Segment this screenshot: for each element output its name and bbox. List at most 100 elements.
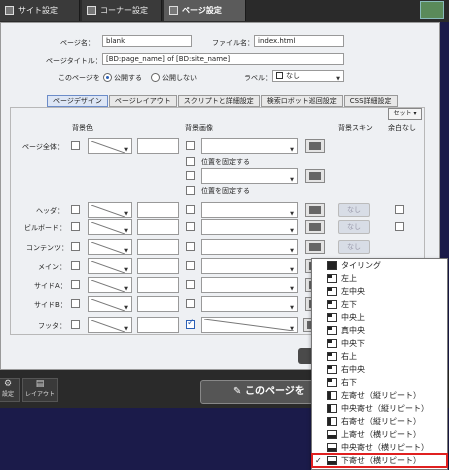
- bgimage-select[interactable]: ▼: [201, 202, 298, 218]
- bgcolor-input[interactable]: [137, 239, 179, 255]
- menu-item[interactable]: 左中央: [312, 285, 447, 298]
- bgcolor-input[interactable]: [137, 296, 179, 312]
- tab-corner-settings[interactable]: コーナー設定: [82, 0, 162, 21]
- bgimage2-checkbox[interactable]: [186, 171, 195, 180]
- menu-item[interactable]: 中央寄せ（横リピート）: [312, 441, 447, 454]
- bgimage-checkbox[interactable]: [186, 261, 195, 270]
- bgcolor-input[interactable]: [137, 138, 179, 154]
- bg-position-button[interactable]: [305, 203, 325, 217]
- bgcolor-input[interactable]: [137, 258, 179, 274]
- subtab-script[interactable]: スクリプトと詳細設定: [177, 95, 260, 107]
- bgskin-button[interactable]: なし: [338, 203, 370, 217]
- settings-tool-button[interactable]: ⚙ 設定: [0, 378, 20, 402]
- bgcolor-input[interactable]: [137, 317, 179, 333]
- bgimage-checkbox[interactable]: [186, 280, 195, 289]
- bgskin-button[interactable]: なし: [338, 240, 370, 254]
- bgimage-select[interactable]: ▼: [201, 277, 298, 293]
- menu-item[interactable]: ✓ 下寄せ（横リピート）: [311, 453, 448, 468]
- bg-position2-button[interactable]: [305, 169, 325, 183]
- bgcolor-picker[interactable]: ▼: [88, 258, 132, 274]
- menu-item[interactable]: タイリング: [312, 259, 447, 272]
- bgcolor-picker[interactable]: ▼: [88, 219, 132, 235]
- bg-position-button[interactable]: [305, 220, 325, 234]
- bg-position-button[interactable]: [305, 240, 325, 254]
- page-title-input[interactable]: [BD:page_name] of [BD:site_name]: [102, 53, 344, 65]
- bgcolor-input[interactable]: [137, 202, 179, 218]
- bg-position-button[interactable]: [305, 139, 325, 153]
- menu-item[interactable]: 中央下: [312, 337, 447, 350]
- subtab-page-design[interactable]: ページデザイン: [47, 95, 108, 107]
- nomargin-checkbox[interactable]: [395, 205, 404, 214]
- bgcolor-picker[interactable]: ▼: [88, 277, 132, 293]
- subtab-page-layout[interactable]: ページレイアウト: [108, 95, 177, 107]
- bgskin-button[interactable]: なし: [338, 220, 370, 234]
- chevron-down-icon: ▼: [290, 326, 294, 332]
- fix-position-checkbox[interactable]: [186, 157, 195, 166]
- bgcolor-picker[interactable]: ▼: [88, 239, 132, 255]
- bgimage-checkbox[interactable]: [186, 222, 195, 231]
- bgcolor-checkbox[interactable]: [71, 261, 80, 270]
- publish-on-radio[interactable]: [103, 73, 112, 82]
- bgimage-select[interactable]: ▼: [201, 219, 298, 235]
- layout-tool-button[interactable]: ▤ レイアウト: [22, 378, 58, 402]
- bgcolor-checkbox[interactable]: [71, 141, 80, 150]
- app-icon[interactable]: [420, 1, 444, 19]
- publish-off-radio[interactable]: [151, 73, 160, 82]
- subtab-robot[interactable]: 検索ロボット巡回設定: [260, 95, 343, 107]
- bgcolor-input[interactable]: [137, 277, 179, 293]
- menu-item[interactable]: 右下: [312, 376, 447, 389]
- page-name-input[interactable]: blank: [102, 35, 192, 47]
- bgcolor-checkbox[interactable]: [71, 242, 80, 251]
- bgimage-select[interactable]: ▼: [201, 317, 298, 333]
- bgimage-select[interactable]: ▼: [201, 258, 298, 274]
- tab-page-settings[interactable]: ページ設定: [164, 0, 246, 21]
- tab-site-settings[interactable]: サイト設定: [0, 0, 80, 21]
- bgimage-checkbox[interactable]: [186, 242, 195, 251]
- chevron-down-icon: ▼: [290, 248, 294, 254]
- file-name-input[interactable]: index.html: [254, 35, 344, 47]
- bgcolor-checkbox[interactable]: [71, 299, 80, 308]
- menu-item[interactable]: 右上: [312, 350, 447, 363]
- menu-item-label: 中央下: [341, 339, 365, 348]
- label-select[interactable]: なし ▼: [272, 70, 344, 82]
- bgimage-checkbox[interactable]: [186, 318, 195, 329]
- bgcolor-input[interactable]: [137, 219, 179, 235]
- row-label: ビルボード：: [24, 224, 66, 232]
- bgcolor-picker[interactable]: ▼: [88, 138, 132, 154]
- position-corner-icon: [327, 365, 337, 374]
- nomargin-checkbox[interactable]: [395, 222, 404, 231]
- bgimage-checkbox[interactable]: [186, 299, 195, 308]
- set-button[interactable]: セット ▾: [388, 108, 422, 120]
- no-color-icon: [91, 205, 125, 217]
- bgcolor-picker[interactable]: ▼: [88, 317, 132, 333]
- bgimage2-select[interactable]: ▼: [201, 168, 298, 184]
- bgimage-checkbox[interactable]: [186, 205, 195, 214]
- menu-item[interactable]: 左寄せ（縦リピート）: [312, 389, 447, 402]
- menu-item[interactable]: 左下: [312, 298, 447, 311]
- bgimage-select[interactable]: ▼: [201, 239, 298, 255]
- tab-label: サイト設定: [18, 6, 58, 15]
- label-select-value: なし: [286, 72, 300, 80]
- bgcolor-checkbox[interactable]: [71, 320, 80, 329]
- bgcolor-checkbox[interactable]: [71, 280, 80, 289]
- edit-page-button[interactable]: ✎ このページを: [200, 380, 318, 404]
- bgcolor-checkbox[interactable]: [71, 222, 80, 231]
- bgimage-select[interactable]: ▼: [201, 138, 298, 154]
- menu-item[interactable]: 上寄せ（横リピート）: [312, 428, 447, 441]
- bgcolor-picker[interactable]: ▼: [88, 202, 132, 218]
- menu-item[interactable]: 中央上: [312, 311, 447, 324]
- menu-item[interactable]: 右中央: [312, 363, 447, 376]
- menu-item[interactable]: 右寄せ（縦リピート）: [312, 415, 447, 428]
- position-hbar-icon: [327, 456, 337, 465]
- subtab-css[interactable]: CSS詳細設定: [343, 95, 398, 107]
- menu-item[interactable]: 中央寄せ（縦リピート）: [312, 402, 447, 415]
- bgimage-checkbox[interactable]: [186, 141, 195, 150]
- bgimage-select[interactable]: ▼: [201, 296, 298, 312]
- bgcolor-checkbox[interactable]: [71, 205, 80, 214]
- menu-item[interactable]: 真中央: [312, 324, 447, 337]
- bgcolor-picker[interactable]: ▼: [88, 296, 132, 312]
- publish-off-label: 公開しない: [162, 74, 197, 82]
- fix-position-checkbox[interactable]: [186, 186, 195, 195]
- chevron-down-icon: ▼: [290, 305, 294, 311]
- menu-item[interactable]: 左上: [312, 272, 447, 285]
